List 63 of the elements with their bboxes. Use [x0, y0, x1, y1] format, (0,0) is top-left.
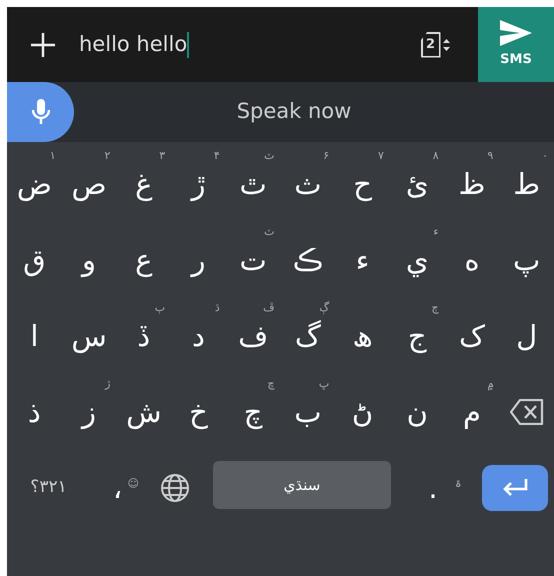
globe-icon[interactable] [160, 473, 190, 503]
symbols-key[interactable]: ؟۳۲۱ [30, 475, 67, 501]
key[interactable]: ه [464, 246, 480, 274]
enter-button[interactable] [482, 465, 548, 511]
key-hint: ٽ [264, 150, 274, 161]
key-hint: ۳ [159, 150, 166, 161]
key-hint: ڄ [432, 302, 439, 313]
message-field[interactable]: hello hello [79, 28, 410, 60]
key[interactable]: ڻ [352, 398, 374, 426]
key-hint: ء [433, 226, 439, 237]
send-icon [500, 20, 532, 46]
key[interactable]: ث [294, 170, 322, 198]
key-hint: ۴ [214, 150, 220, 161]
space-key[interactable]: سنڌي [213, 461, 391, 509]
key-hint: ڌ [214, 302, 220, 313]
key-hint: ۲ [104, 150, 110, 161]
send-button[interactable]: SMS [478, 7, 554, 82]
return-icon [502, 479, 528, 497]
key[interactable]: . [428, 474, 438, 502]
key-hint: ٻ [154, 302, 166, 313]
key-hint: ۱ [50, 150, 56, 161]
key[interactable]: ن [406, 398, 428, 426]
key[interactable]: ب [294, 398, 322, 426]
key-hint: ۾ [487, 378, 494, 389]
up-down-arrows-icon [442, 38, 450, 52]
key-hint: ڀ [318, 378, 330, 389]
speak-now-label: Speak now [236, 98, 352, 126]
key[interactable]: ذ [28, 398, 41, 426]
key-hint: ۹ [487, 150, 494, 161]
key[interactable]: ئ [406, 170, 429, 198]
key-hint: ۃ [455, 478, 461, 488]
key[interactable]: ڪ [292, 246, 324, 274]
key[interactable]: ظ [458, 170, 486, 198]
sim-selector[interactable]: 2 [410, 24, 460, 64]
key-hint: ژ [105, 378, 110, 389]
key[interactable]: ھ [352, 322, 373, 350]
key[interactable]: ف [238, 322, 268, 350]
key[interactable]: ط [513, 170, 540, 198]
key[interactable]: ڏ [137, 322, 150, 350]
key[interactable]: م [462, 398, 481, 426]
microphone-icon [32, 99, 50, 125]
key-hint: ۷ [378, 150, 384, 161]
key-hint: ☺ [128, 478, 139, 488]
key-hint: ۶ [323, 150, 330, 161]
key[interactable]: ء [356, 246, 370, 274]
key[interactable]: ٿ [240, 170, 267, 198]
microphone-button[interactable] [7, 82, 74, 142]
key-hint: ڦ [263, 302, 274, 313]
backspace-icon[interactable] [510, 399, 544, 425]
key[interactable]: ل [516, 322, 538, 350]
key[interactable]: ت [240, 246, 267, 274]
key-hint: ڇ [267, 378, 274, 389]
key[interactable]: ق [23, 246, 46, 274]
key-hint: ۰ [542, 150, 548, 161]
key-hint: ۸ [432, 150, 439, 161]
key[interactable]: ا [30, 322, 38, 350]
key[interactable]: ، [112, 474, 122, 502]
key[interactable]: ک [458, 322, 485, 350]
key[interactable]: د [192, 322, 205, 350]
key-hint: ٽ [264, 226, 274, 237]
key[interactable]: گ [294, 322, 321, 350]
plus-icon [30, 32, 56, 58]
key-hint: ڳ [319, 302, 330, 313]
